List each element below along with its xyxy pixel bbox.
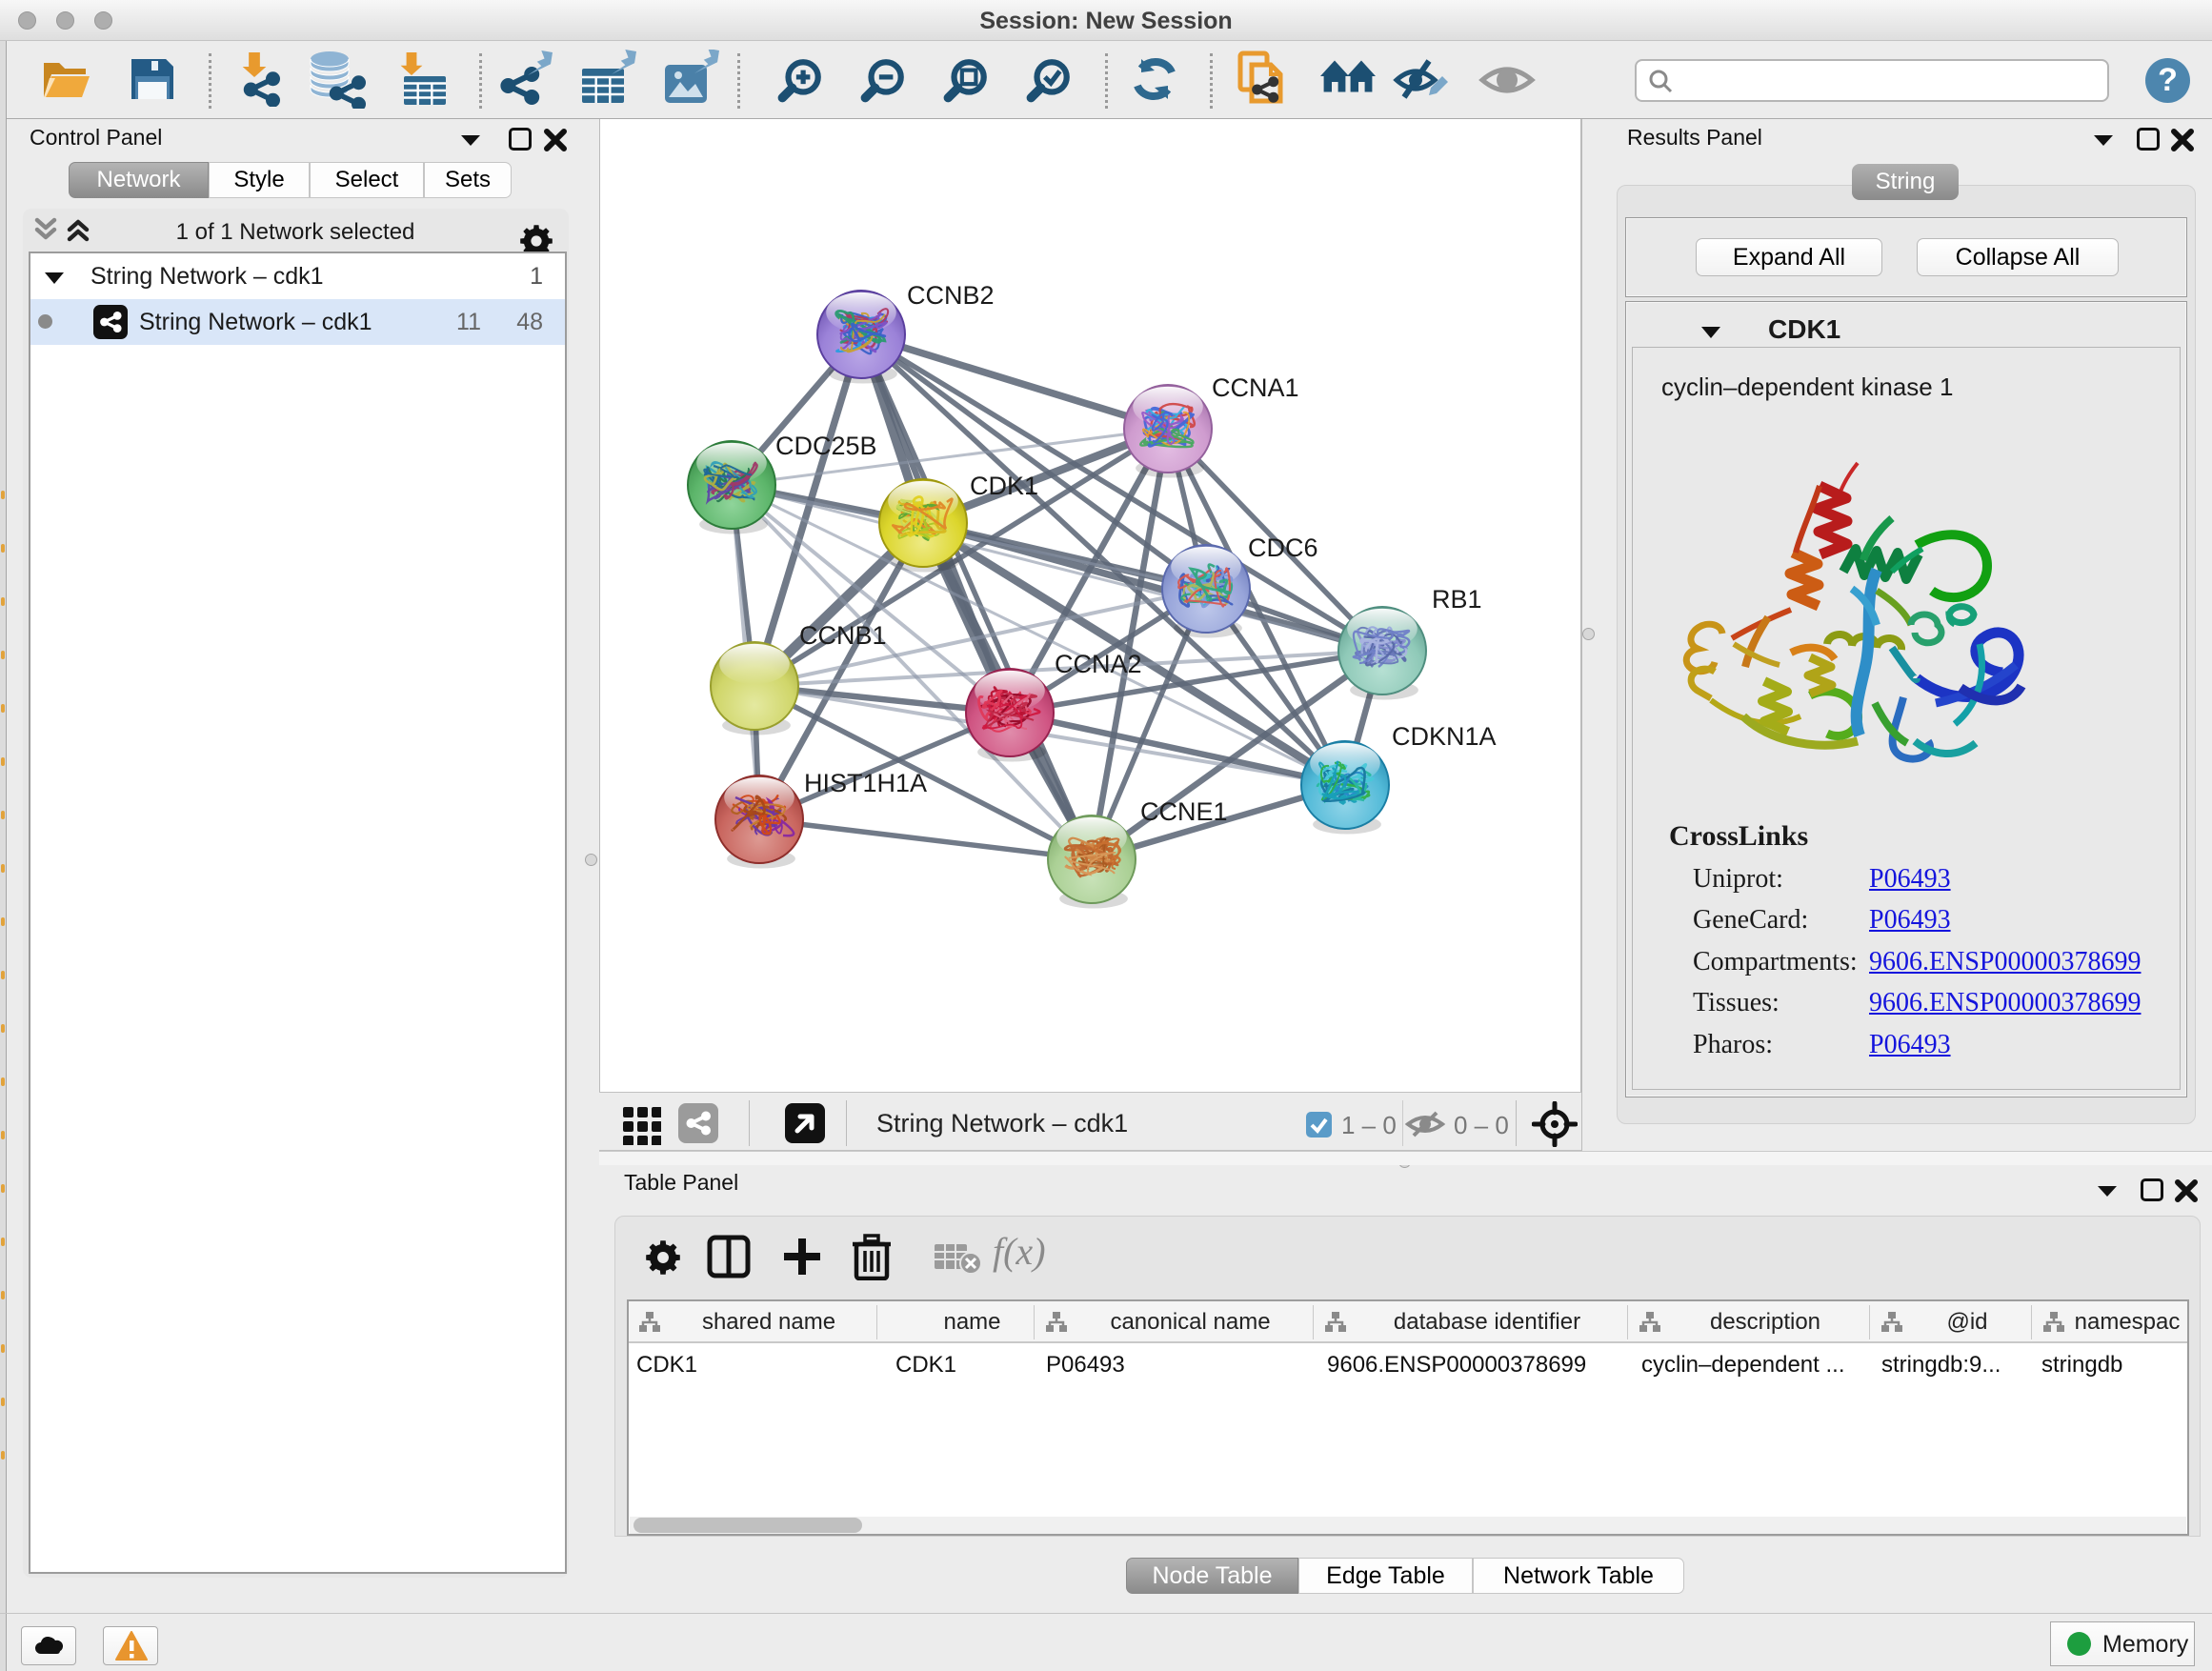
svg-text:CDK1: CDK1 [970, 472, 1038, 500]
svg-text:CCNA2: CCNA2 [1055, 650, 1142, 678]
svg-text:CCNA1: CCNA1 [1212, 373, 1299, 402]
svg-text:CCNB2: CCNB2 [907, 281, 995, 310]
svg-text:RB1: RB1 [1432, 585, 1482, 614]
svg-text:HIST1H1A: HIST1H1A [804, 769, 927, 797]
svg-text:CCNE1: CCNE1 [1140, 797, 1228, 826]
svg-text:CCNB1: CCNB1 [799, 621, 887, 650]
svg-text:CDKN1A: CDKN1A [1392, 722, 1497, 751]
svg-text:CDC6: CDC6 [1248, 534, 1318, 562]
svg-text:CDC25B: CDC25B [775, 432, 877, 460]
